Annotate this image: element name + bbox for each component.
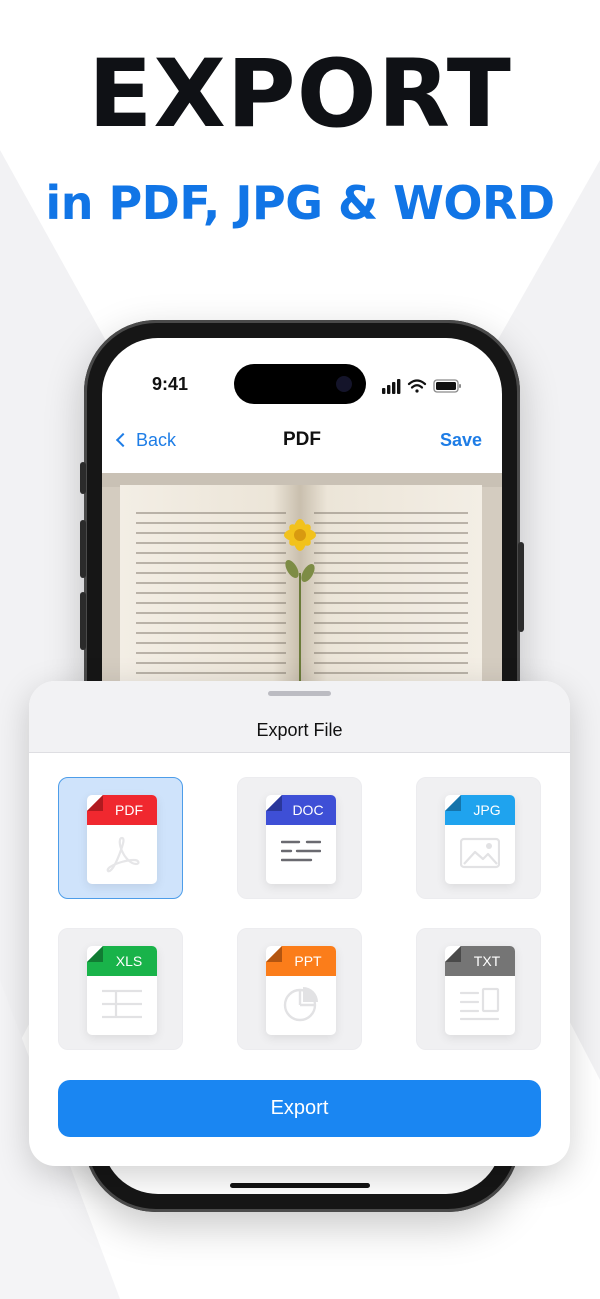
phone-volume-down — [80, 592, 86, 650]
format-tile-doc[interactable]: DOC — [237, 777, 362, 899]
phone-power-button — [518, 542, 524, 632]
table-icon — [102, 989, 142, 1019]
status-time: 9:41 — [152, 374, 189, 394]
pie-chart-icon — [283, 987, 318, 1022]
battery-icon — [433, 379, 461, 393]
export-button[interactable]: Export — [58, 1080, 541, 1137]
format-tile-pdf[interactable]: PDF — [58, 777, 183, 899]
save-button[interactable]: Save — [440, 430, 482, 451]
format-tile-ppt[interactable]: PPT — [237, 928, 362, 1050]
format-tile-xls[interactable]: XLS — [58, 928, 183, 1050]
nav-bar: Back PDF Save — [102, 424, 502, 468]
sheet-title: Export File — [256, 720, 343, 740]
export-sheet: Export File PDF DOC JPG XLS PPT TXT Expo… — [29, 681, 570, 1166]
pdf-file-icon: PDF — [87, 795, 157, 884]
dynamic-island — [234, 364, 366, 404]
phone-action-button — [80, 462, 86, 494]
txt-file-icon: TXT — [445, 946, 515, 1035]
ppt-file-icon: PPT — [266, 946, 336, 1035]
signal-icon — [382, 379, 401, 394]
text-layout-icon — [460, 987, 500, 1021]
acrobat-icon — [106, 836, 140, 873]
phone-volume-up — [80, 520, 86, 578]
status-icons — [382, 379, 461, 394]
subheadline: in PDF, JPG & WORD — [45, 176, 555, 230]
format-tile-jpg[interactable]: JPG — [416, 777, 541, 899]
wifi-icon — [407, 379, 427, 393]
sheet-header: Export File — [29, 681, 570, 753]
scanned-document-preview — [102, 473, 502, 713]
home-indicator — [230, 1183, 370, 1188]
image-icon — [460, 837, 500, 869]
format-tile-txt[interactable]: TXT — [416, 928, 541, 1050]
text-lines-icon — [281, 840, 321, 862]
xls-file-icon: XLS — [87, 946, 157, 1035]
headline: EXPORT — [88, 40, 512, 149]
sheet-grabber[interactable] — [268, 691, 331, 696]
jpg-file-icon: JPG — [445, 795, 515, 884]
doc-file-icon: DOC — [266, 795, 336, 884]
